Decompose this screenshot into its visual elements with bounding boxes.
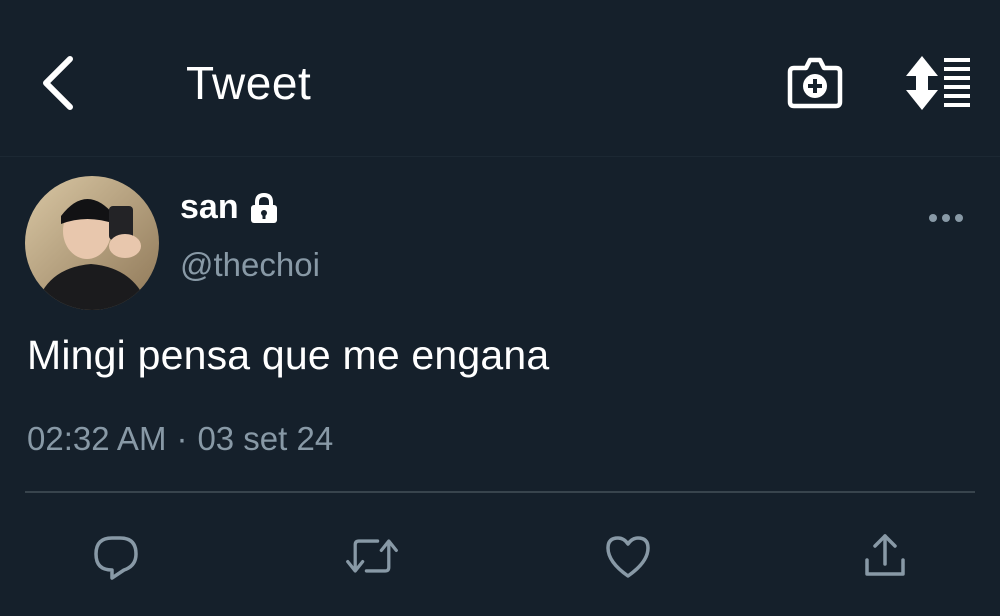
sort-lines-icon	[906, 56, 970, 110]
tweet-timestamp: 02:32 AM · 03 set 24	[27, 420, 333, 458]
camera-button[interactable]	[784, 52, 846, 114]
more-options-button[interactable]	[924, 200, 968, 236]
timestamp-separator: ·	[176, 420, 188, 457]
profile-photo	[25, 176, 159, 310]
page-title: Tweet	[186, 57, 312, 109]
author-display-name: san	[180, 188, 239, 226]
like-icon	[606, 536, 650, 578]
sort-button[interactable]	[902, 52, 976, 114]
tweet-time: 02:32 AM	[27, 420, 167, 457]
tweet-actions-bar	[0, 520, 1000, 590]
back-button[interactable]	[30, 50, 86, 116]
retweet-icon	[346, 539, 398, 573]
chevron-left-icon	[43, 56, 73, 110]
camera-plus-icon	[787, 57, 843, 109]
author-handle[interactable]: @thechoi	[180, 246, 320, 284]
lock-icon	[250, 192, 277, 223]
tweet-detail-screen: Tweet san @thechoi Mingi pensa que me en…	[0, 0, 1000, 616]
reply-button[interactable]	[88, 528, 144, 584]
share-button[interactable]	[857, 528, 913, 584]
share-icon	[865, 534, 905, 576]
like-button[interactable]	[600, 528, 656, 584]
author-name-row[interactable]: san	[180, 188, 281, 227]
top-bar: Tweet	[0, 0, 1000, 157]
retweet-button[interactable]	[344, 528, 400, 584]
avatar[interactable]	[25, 176, 159, 310]
tweet-text: Mingi pensa que me engana	[27, 332, 550, 378]
divider	[25, 491, 975, 493]
reply-icon	[94, 536, 138, 580]
more-dots-icon	[929, 214, 963, 222]
tweet-date: 03 set 24	[197, 420, 334, 457]
